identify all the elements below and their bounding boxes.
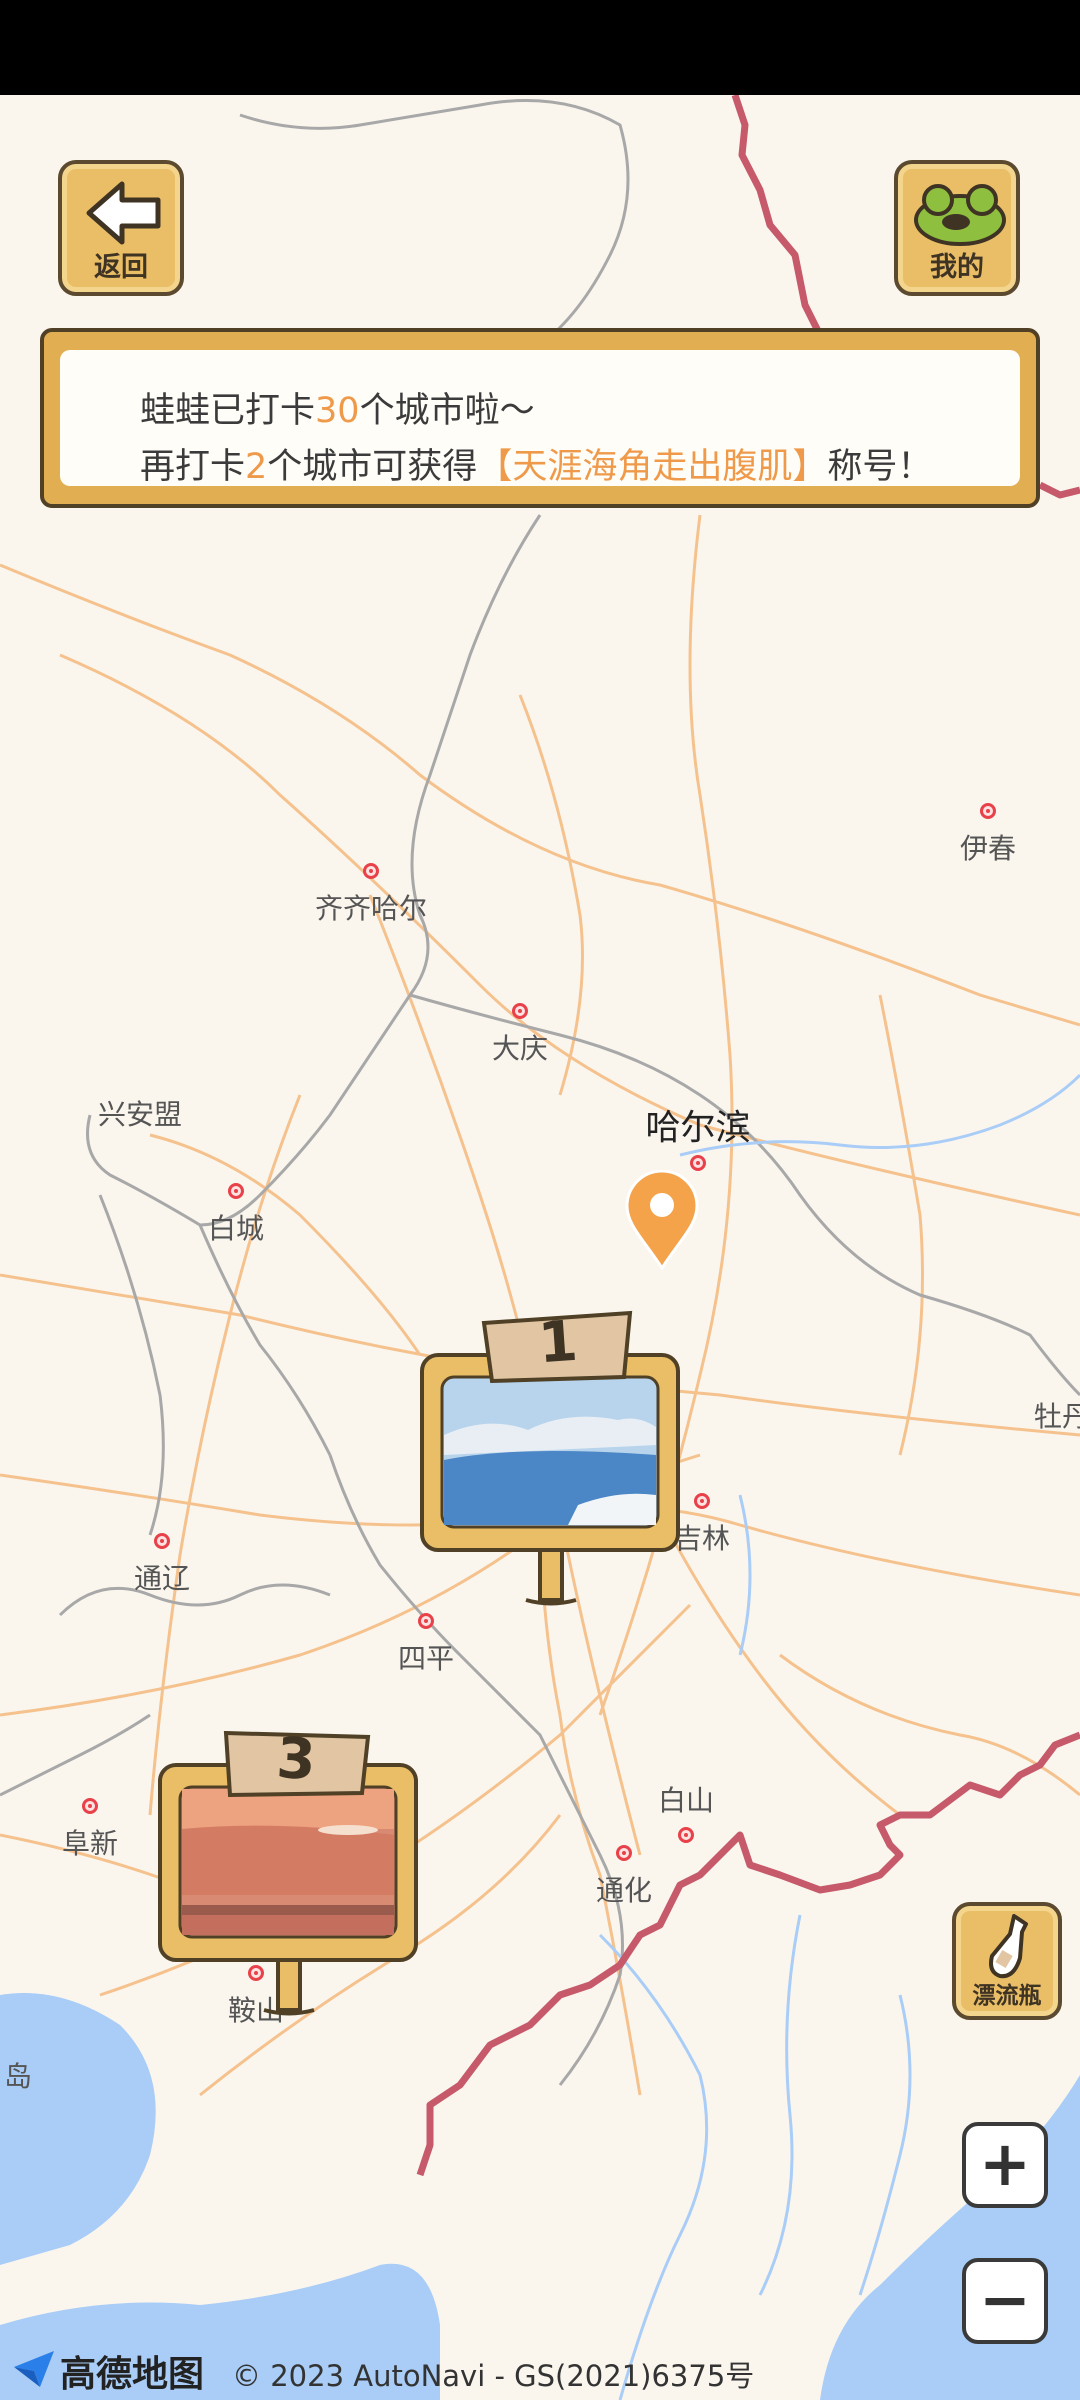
marker-3-number: 3: [274, 1726, 318, 1793]
city-yichun[interactable]: 伊春: [960, 803, 1016, 867]
copyright-text: © 2023 AutoNavi - GS(2021)6375号: [232, 2359, 755, 2393]
banner-line2-text: 再打卡: [140, 447, 246, 487]
banner-line2-suffix: 称号！: [827, 447, 933, 487]
city-dao[interactable]: 岛: [4, 2055, 32, 2095]
banner-line1-suffix: 个城市啦～: [359, 391, 535, 431]
city-harbin[interactable]: 哈尔滨: [645, 1100, 750, 1151]
city-daqing[interactable]: 大庆: [492, 1003, 548, 1067]
banner-line2-mid: 个城市可获得: [267, 447, 478, 487]
drift-bottle-label: 漂流瓶: [972, 1983, 1042, 2009]
city-baishan[interactable]: 白山: [658, 1779, 714, 1851]
city-jilin[interactable]: 吉林: [674, 1493, 730, 1557]
checkin-banner: 蛙蛙已打卡30个城市啦～ 再打卡2个城市可获得【天涯海角走出腹肌】称号！: [40, 328, 1040, 508]
checked-city-count: 30: [315, 391, 360, 431]
city-tongliao[interactable]: 通辽: [134, 1533, 190, 1597]
city-tonghua[interactable]: 通化: [596, 1845, 652, 1909]
zoom-out-button[interactable]: −: [962, 2258, 1048, 2344]
map-attribution: 高德地图 © 2023 AutoNavi - GS(2021)6375号: [0, 2345, 1080, 2395]
checkin-marker-1[interactable]: 1: [418, 1205, 682, 1625]
city-xinganmeng[interactable]: 兴安盟: [98, 1093, 182, 1133]
status-bar: [0, 0, 1080, 95]
back-button[interactable]: 返回: [58, 160, 184, 296]
banner-line1-text: 蛙蛙已打卡: [140, 391, 316, 431]
checkin-marker-3[interactable]: 3: [156, 1615, 420, 2035]
amap-logo-icon: [14, 2351, 54, 2387]
frog-icon: [914, 184, 1006, 246]
city-fuxin[interactable]: 阜新: [62, 1798, 118, 1862]
marker-3-graphic: [158, 1730, 418, 2016]
banner-line-2: 再打卡2个城市可获得【天涯海角走出腹肌】称号！: [140, 438, 932, 489]
banner-line-1: 蛙蛙已打卡30个城市啦～: [140, 382, 535, 433]
drift-bottle-button[interactable]: 漂流瓶: [952, 1902, 1062, 2020]
bottle-icon: [989, 1914, 1028, 1979]
marker-1-graphic: [420, 1310, 680, 1606]
mine-button[interactable]: 我的: [894, 160, 1020, 296]
banner-panel: 蛙蛙已打卡30个城市啦～ 再打卡2个城市可获得【天涯海角走出腹肌】称号！: [60, 350, 1020, 489]
reward-title: 【天涯海角走出腹肌】: [477, 447, 828, 487]
city-qiqihar[interactable]: 齐齐哈尔: [315, 863, 427, 927]
mine-label: 我的: [930, 252, 984, 283]
marker-1-number: 1: [536, 1308, 580, 1377]
remaining-city-count: 2: [245, 447, 268, 487]
amap-logo-text: 高德地图: [60, 2354, 205, 2395]
back-label: 返回: [94, 252, 148, 283]
city-baicheng[interactable]: 白城: [208, 1183, 264, 1247]
back-arrow-icon: [86, 181, 161, 245]
city-mudanjiang[interactable]: 牡丹: [1034, 1395, 1080, 1435]
zoom-in-button[interactable]: +: [962, 2122, 1048, 2208]
